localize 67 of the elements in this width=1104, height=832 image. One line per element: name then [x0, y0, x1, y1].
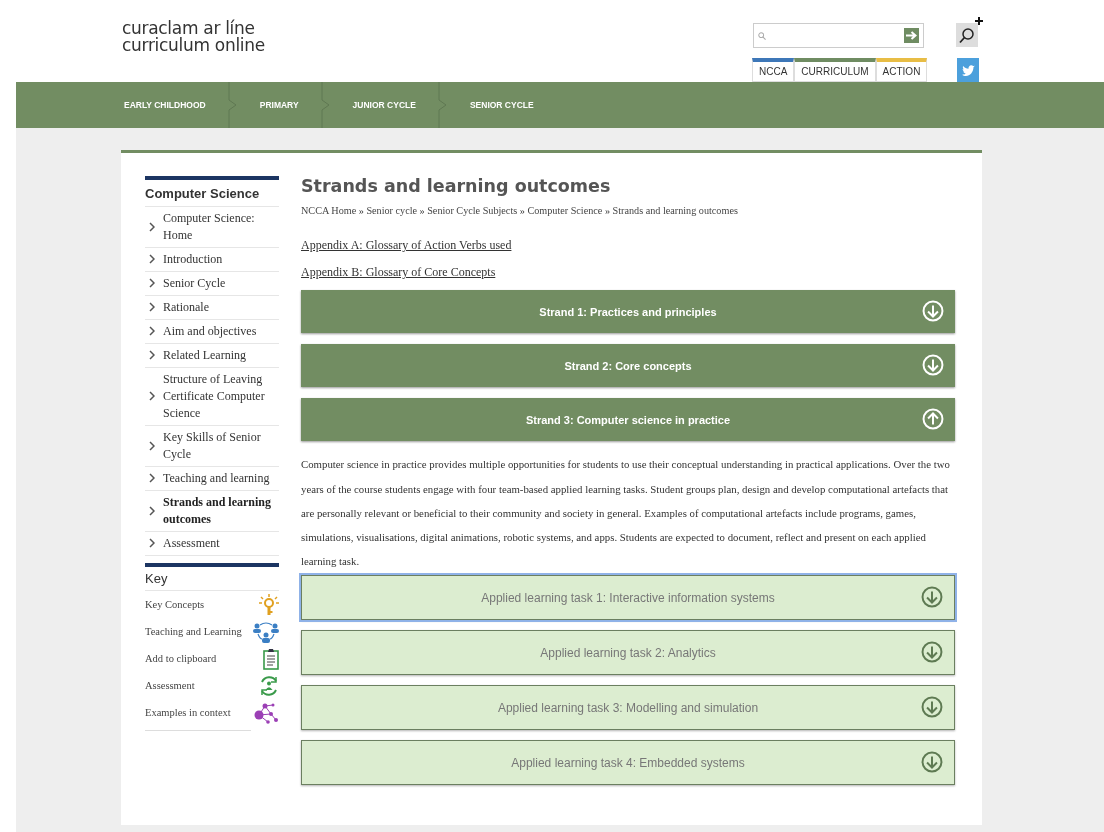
nav-separator-icon	[437, 82, 448, 128]
cycle-icon	[259, 675, 279, 696]
sidebar-item[interactable]: Senior Cycle	[145, 271, 279, 296]
key-label: Examples in context	[145, 705, 231, 720]
search-field[interactable]	[753, 23, 924, 48]
bird-icon[interactable]	[957, 58, 979, 82]
chevron-icon	[149, 473, 155, 483]
accordion-header[interactable]: Applied learning task 4: Embedded systems	[301, 740, 955, 786]
sidebar-item[interactable]: Strands and learning outcomes	[145, 490, 279, 532]
site-tab[interactable]: NCCA	[752, 58, 795, 82]
nav-link[interactable]: SENIOR CYCLE	[447, 82, 556, 128]
appendix-link[interactable]: Appendix B: Glossary of Core Concepts	[301, 263, 496, 282]
accordion-header[interactable]: Applied learning task 1: Interactive information systems	[301, 575, 955, 621]
chevron-icon	[149, 440, 155, 451]
chevron-icon	[149, 538, 155, 548]
chevron-icon	[149, 391, 155, 401]
key-label: Add to clipboard	[145, 651, 217, 666]
chevron-icon	[149, 221, 155, 232]
sidebar-item[interactable]: Rationale	[145, 295, 279, 320]
appendix-link[interactable]: Appendix A: Glossary of Action Verbs used	[301, 236, 512, 255]
chevron-icon	[149, 326, 155, 336]
sidebar-item[interactable]: Key Skills of Senior Cycle	[145, 425, 279, 467]
people-icon	[253, 620, 279, 643]
clipboard-icon	[263, 647, 279, 670]
network-icon	[253, 701, 279, 724]
key-label: Teaching and Learning	[145, 624, 242, 639]
sidebar-item[interactable]: Assessment	[145, 531, 279, 556]
sidebar-title: Computer Science	[145, 176, 279, 207]
breadcrumb-trail: NCCA Home » Senior cycle » Senior Cycle Subjects » Computer Science » Strands and learning outcomes	[301, 204, 739, 218]
nav-separator-icon	[320, 82, 331, 128]
sidebar-item[interactable]: Related Learning	[145, 343, 279, 368]
accordion-header[interactable]: Strand 1: Practices and principles	[301, 290, 955, 334]
chevron-icon	[149, 254, 155, 264]
search-button[interactable]	[956, 23, 978, 47]
chevron-icon	[149, 505, 155, 516]
sidebar-item[interactable]: Introduction	[145, 247, 279, 272]
accordion-header[interactable]: Strand 3: Computer science in practice	[301, 398, 955, 442]
sidebar-item[interactable]: Aim and objectives	[145, 319, 279, 344]
key-label: Assessment	[145, 678, 195, 693]
page-title: Strands and learning outcomes	[301, 176, 612, 197]
nav-separator-icon	[227, 82, 238, 128]
accordion-header[interactable]: Strand 2: Core concepts	[301, 344, 955, 388]
search-submit-button[interactable]	[904, 28, 919, 43]
chevron-icon	[149, 302, 155, 312]
key-title: Key	[145, 562, 279, 591]
breadcrumb-link[interactable]: Computer Science	[527, 205, 603, 216]
site-logo[interactable]: curaclam ar líne curriculum online	[122, 20, 265, 54]
chevron-icon	[149, 278, 155, 288]
search-icon	[758, 31, 766, 40]
chevron-icon	[149, 350, 155, 360]
sidebar-item[interactable]: Structure of Leaving Certificate Computer Science	[145, 367, 279, 426]
breadcrumb-link[interactable]: Senior cycle	[366, 205, 417, 216]
accordion-header[interactable]: Applied learning task 2: Analytics	[301, 630, 955, 676]
sidebar-item[interactable]: Teaching and learning	[145, 466, 279, 491]
nav-link[interactable]: JUNIOR CYCLE	[330, 82, 438, 128]
plus-icon	[975, 17, 983, 25]
accordion-header[interactable]: Applied learning task 3: Modelling and simulation	[301, 685, 955, 731]
site-tab[interactable]: CURRICULUM	[794, 58, 876, 82]
breadcrumb-link[interactable]: NCCA Home	[301, 205, 357, 216]
breadcrumb-link[interactable]: Senior Cycle Subjects	[427, 205, 518, 216]
key-label: Key Concepts	[145, 597, 205, 612]
sidebar-item[interactable]: Computer Science: Home	[145, 206, 279, 248]
site-tab[interactable]: ACTION	[875, 58, 928, 82]
strand-description: Computer science in practice provides multiple opportunities for students to use their conceptual understanding in practical applications. Over the two years of the course students engage with four team-based applied learning tasks. Student groups plan, design and develop computational artefacts that are personally relevant or beneficial to their community and society in general. Examples of computational artefacts include programs, games, simulations, visualisations, digital animations, robotic systems, and apps. Students are expected to document, reflect and present on each applied learning task.	[301, 457, 951, 570]
nav-link[interactable]: EARLY CHILDHOOD	[16, 82, 228, 128]
nav-link[interactable]: PRIMARY	[237, 82, 321, 128]
bulb-icon	[259, 593, 279, 616]
